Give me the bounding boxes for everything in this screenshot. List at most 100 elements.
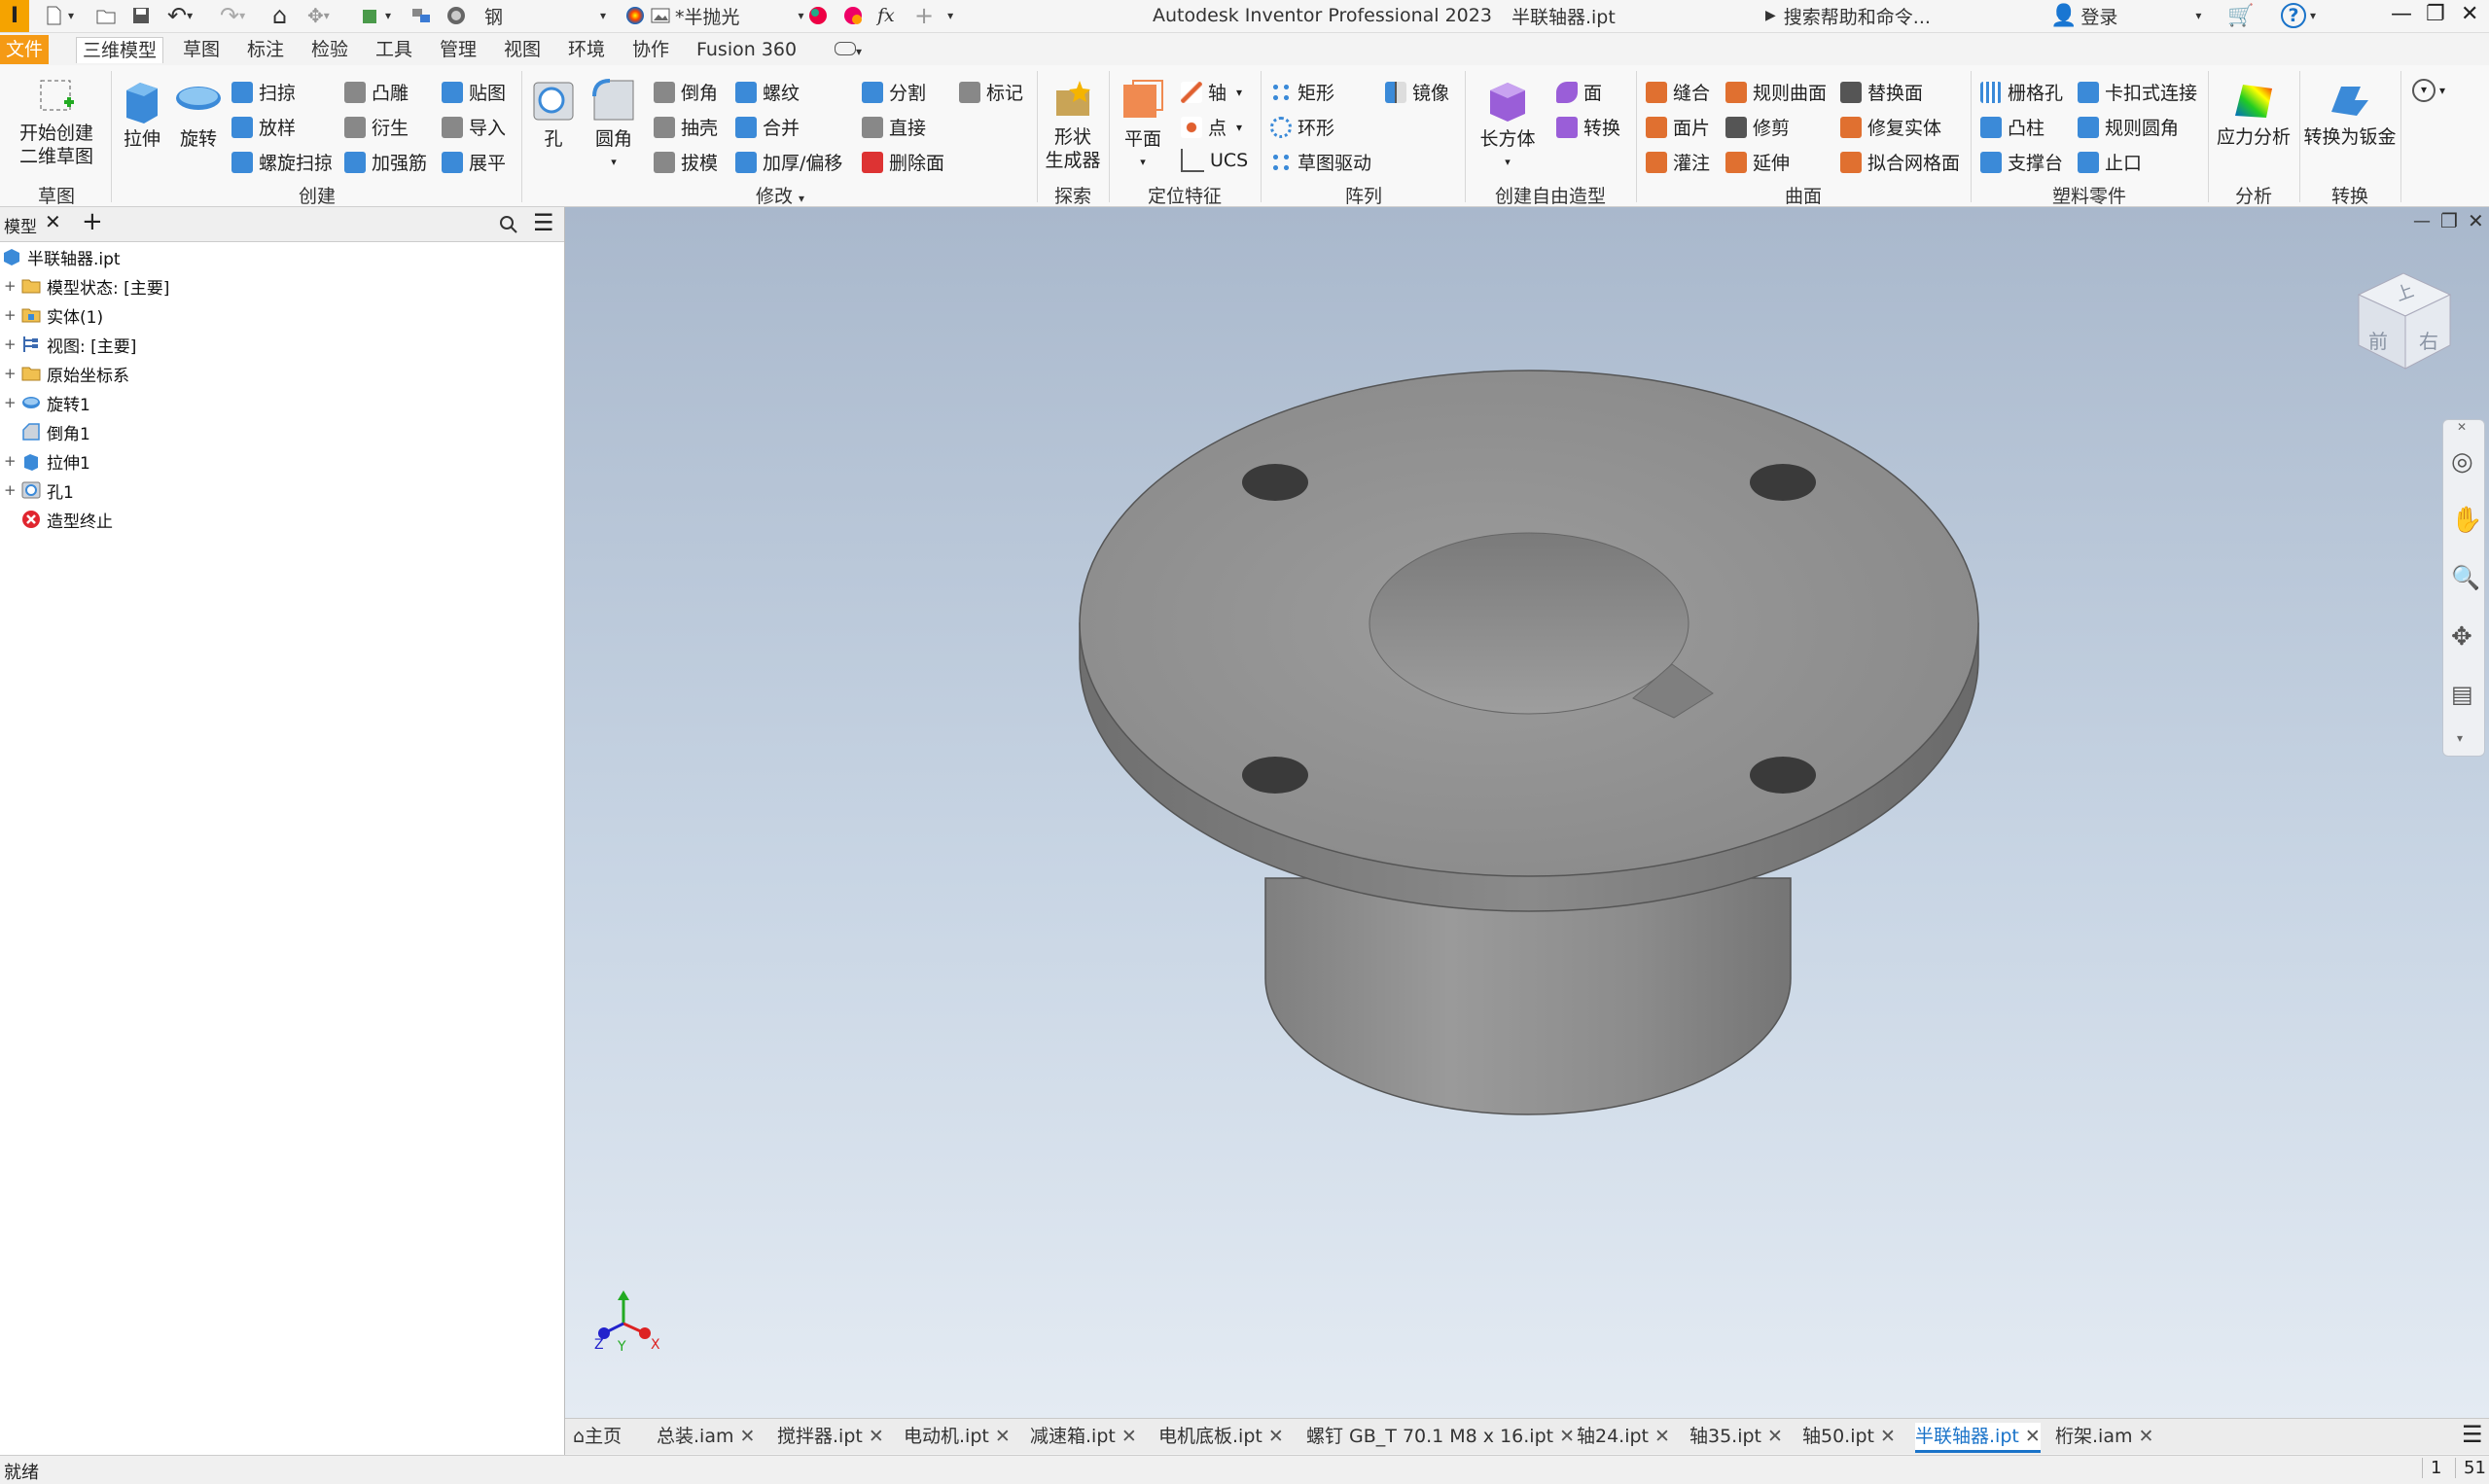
nav-options-icon[interactable]: ▾ bbox=[2457, 731, 2463, 745]
orbit-icon[interactable]: ✥ bbox=[2451, 622, 2472, 652]
tab-tools[interactable]: 工具 bbox=[370, 37, 418, 62]
doc-tab[interactable]: 总装.iam ✕ bbox=[657, 1423, 755, 1450]
grill-button[interactable]: 栅格孔 bbox=[1980, 79, 2063, 105]
tab-3d-model[interactable]: 三维模型 bbox=[76, 37, 164, 63]
minimize-button[interactable]: — bbox=[2391, 2, 2412, 26]
help-search[interactable]: ▶ 搜索帮助和命令... bbox=[1765, 2, 1931, 29]
appearance-select[interactable]: *半抛光 ▾ bbox=[624, 2, 804, 29]
expand-icon[interactable]: + bbox=[4, 306, 17, 324]
viewcube-right-label[interactable]: 右 bbox=[2419, 326, 2438, 354]
viewcube-front-label[interactable]: 前 bbox=[2368, 326, 2388, 354]
lip-button[interactable]: 止口 bbox=[2078, 149, 2142, 175]
measure-button[interactable] bbox=[410, 2, 436, 29]
ribbon-options-button[interactable]: ▾ ▾ bbox=[2412, 79, 2445, 102]
cart-button[interactable]: 🛒 bbox=[2227, 2, 2254, 29]
clear-appearance-button[interactable] bbox=[842, 2, 868, 29]
close-icon[interactable]: ✕ bbox=[2025, 1426, 2041, 1447]
mark-button[interactable]: 标记 bbox=[959, 79, 1023, 105]
fillet-button[interactable]: 圆角 ▾ bbox=[586, 77, 642, 174]
doc-tab[interactable]: 桁架.iam ✕ bbox=[2055, 1423, 2153, 1450]
search-icon[interactable] bbox=[498, 214, 519, 235]
direct-edit-button[interactable]: 直接 bbox=[862, 114, 926, 140]
rectangular-pattern-button[interactable]: 矩形 bbox=[1270, 79, 1334, 105]
tab-view[interactable]: 视图 bbox=[498, 37, 547, 62]
tab-inspect[interactable]: 检验 bbox=[305, 37, 354, 62]
revolve-button[interactable]: 旋转 bbox=[171, 77, 226, 151]
tree-node-model-state[interactable]: + 模型状态: [主要] bbox=[0, 272, 169, 300]
close-icon[interactable]: ✕ bbox=[2457, 420, 2467, 434]
new-file-button[interactable]: ▾ bbox=[43, 2, 74, 29]
fit-mesh-face-button[interactable]: 拟合网格面 bbox=[1840, 149, 1960, 175]
home-button[interactable]: ⌂ bbox=[272, 2, 287, 29]
close-icon[interactable]: ✕ bbox=[1767, 1426, 1783, 1447]
thicken-offset-button[interactable]: 加厚/偏移 bbox=[735, 149, 842, 175]
doc-tab[interactable]: 轴24.ipt ✕ bbox=[1577, 1423, 1670, 1450]
save-button[interactable] bbox=[130, 2, 156, 29]
rib-button[interactable]: 加强筋 bbox=[344, 149, 427, 175]
rule-fillet-button[interactable]: 规则圆角 bbox=[2078, 114, 2179, 140]
select-button[interactable]: ✥ ▾ bbox=[307, 2, 330, 29]
expand-icon[interactable]: + bbox=[4, 336, 17, 353]
tab-fusion360[interactable]: Fusion 360 bbox=[691, 37, 802, 62]
draft-button[interactable]: 拔模 bbox=[654, 149, 718, 175]
extrude-button[interactable]: 拉伸 bbox=[115, 77, 169, 151]
hole-button[interactable]: 孔 bbox=[525, 77, 582, 151]
thread-button[interactable]: 螺纹 bbox=[735, 79, 800, 105]
close-icon[interactable]: ✕ bbox=[1559, 1426, 1575, 1447]
model-half-coupling[interactable] bbox=[565, 207, 2489, 1418]
loft-button[interactable]: 放样 bbox=[231, 114, 296, 140]
expand-icon[interactable]: + bbox=[4, 365, 17, 382]
close-icon[interactable]: ✕ bbox=[869, 1426, 884, 1447]
expand-icon[interactable]: + bbox=[4, 394, 17, 411]
point-button[interactable]: 点 ▾ bbox=[1181, 114, 1242, 140]
add-browser-tab-icon[interactable]: + bbox=[82, 207, 103, 236]
graphics-viewport[interactable]: — ❐ ✕ 上 前 右 ✕ ◎ ✋ 🔍 ✥ ▤ ▾ Z Y X bbox=[565, 207, 2489, 1418]
tree-node-hole1[interactable]: + 孔1 bbox=[0, 477, 74, 504]
tab-manage[interactable]: 管理 bbox=[434, 37, 482, 62]
tab-list-menu-icon[interactable]: ☰ bbox=[2462, 1421, 2483, 1448]
unwrap-button[interactable]: 展平 bbox=[442, 149, 506, 175]
update-button[interactable]: ▾ bbox=[360, 2, 391, 29]
tab-annotate[interactable]: 标注 bbox=[241, 37, 290, 62]
doc-tab[interactable]: 电机底板.ipt ✕ bbox=[1158, 1423, 1284, 1450]
hub-cylinder[interactable] bbox=[1264, 877, 1792, 1115]
close-window-button[interactable]: ✕ bbox=[2461, 2, 2478, 26]
close-icon[interactable]: ✕ bbox=[1268, 1426, 1284, 1447]
doc-tab-home[interactable]: ⌂主页 bbox=[573, 1423, 622, 1450]
doc-tab-active[interactable]: 半联轴器.ipt ✕ bbox=[1915, 1423, 2041, 1453]
tree-node-view[interactable]: + 视图: [主要] bbox=[0, 331, 136, 358]
import-button[interactable]: 导入 bbox=[442, 114, 506, 140]
look-at-icon[interactable]: ▤ bbox=[2451, 681, 2473, 708]
close-icon[interactable]: ✕ bbox=[1880, 1426, 1896, 1447]
sign-in-button[interactable]: 👤 登录 ▾ bbox=[2050, 2, 2201, 29]
freeform-box-button[interactable]: 长方体 ▾ bbox=[1473, 77, 1543, 174]
group-label-modify[interactable]: 修改 ▾ bbox=[523, 182, 1037, 208]
sweep-button[interactable]: 扫掠 bbox=[231, 79, 296, 105]
tree-node-chamfer1[interactable]: 倒角1 bbox=[0, 418, 90, 445]
freeform-face-button[interactable]: 面 bbox=[1556, 79, 1602, 105]
boss-button[interactable]: 凸柱 bbox=[1980, 114, 2045, 140]
help-button[interactable]: ? ▾ bbox=[2281, 2, 2316, 29]
ribbon-display-toggle[interactable]: ▾ bbox=[829, 37, 868, 62]
undo-button[interactable]: ↶ ▾ bbox=[167, 2, 193, 29]
rest-button[interactable]: 支撑台 bbox=[1980, 149, 2063, 175]
emboss-button[interactable]: 凸雕 bbox=[344, 79, 409, 105]
browser-tab-model[interactable]: 模型 bbox=[4, 213, 37, 237]
doc-tab[interactable]: 搅拌器.ipt ✕ bbox=[777, 1423, 884, 1450]
close-icon[interactable]: ✕ bbox=[1121, 1426, 1137, 1447]
split-button[interactable]: 分割 bbox=[862, 79, 926, 105]
open-button[interactable] bbox=[95, 2, 121, 29]
doc-tab[interactable]: 电动机.ipt ✕ bbox=[904, 1423, 1011, 1450]
close-icon[interactable]: ✕ bbox=[739, 1426, 755, 1447]
chamfer-button[interactable]: 倒角 bbox=[654, 79, 718, 105]
tree-node-solid-bodies[interactable]: + 实体(1) bbox=[0, 301, 103, 329]
tab-collaborate[interactable]: 协作 bbox=[626, 37, 675, 62]
viewcube[interactable]: 上 前 右 bbox=[2345, 265, 2462, 382]
derive-button[interactable]: 衍生 bbox=[344, 114, 409, 140]
freeform-convert-button[interactable]: 转换 bbox=[1556, 114, 1620, 140]
close-icon[interactable]: ✕ bbox=[995, 1426, 1011, 1447]
close-icon[interactable]: ✕ bbox=[2138, 1426, 2153, 1447]
shell-button[interactable]: 抽壳 bbox=[654, 114, 718, 140]
circular-pattern-button[interactable]: 环形 bbox=[1270, 114, 1334, 140]
restore-button[interactable]: ❐ bbox=[2426, 2, 2445, 26]
